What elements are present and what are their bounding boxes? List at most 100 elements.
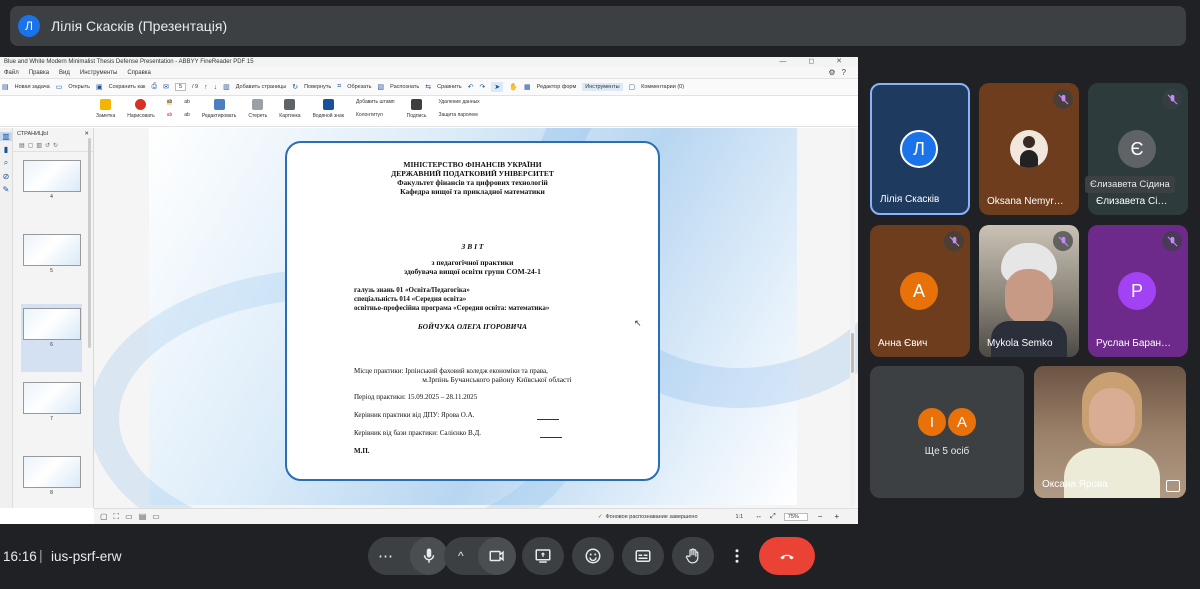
form-editor-button[interactable]: Редактор форм	[537, 84, 577, 90]
captions-button[interactable]	[622, 537, 664, 575]
security-tools[interactable]: Удаление данных Защита паролем	[438, 99, 479, 118]
mic-options-icon[interactable]: ⋯	[378, 547, 393, 565]
present-screen-button[interactable]	[522, 537, 564, 575]
underline-icon[interactable]: ab	[184, 99, 190, 105]
participant-tile-anna[interactable]: А Анна Євич	[870, 225, 970, 357]
crop-button[interactable]: Обрезать	[347, 84, 371, 90]
picture-tool[interactable]: Картинка	[279, 99, 301, 119]
participant-tile-oksana-n[interactable]: Oksana Nemyr…	[979, 83, 1079, 215]
university-title: ДЕРЖАВНИЙ ПОДАТКОВИЙ УНІВЕРСИТЕТ	[391, 169, 554, 178]
mic-button[interactable]	[410, 537, 448, 575]
presentation-header[interactable]: Л Лілія Скасків (Презентація)	[10, 6, 1186, 46]
page-number-input[interactable]: 5	[174, 83, 186, 91]
page-thumb-8[interactable]: 8	[21, 452, 82, 520]
header-footer-button[interactable]: Колонтитул	[356, 112, 395, 118]
presenter-avatar: Л	[18, 15, 40, 37]
attachments-icon[interactable]: ⊘	[0, 172, 12, 181]
zoom-out-icon[interactable]: −	[818, 512, 823, 521]
raise-hand-button[interactable]	[672, 537, 714, 575]
fit-page-icon[interactable]: ⤢	[770, 513, 776, 521]
supervisor-dpu: Керівник практики від ДПУ: Ярова О.А.	[354, 411, 475, 419]
insert-text-icon[interactable]: ab	[184, 112, 190, 118]
rotate-button[interactable]: Повернуть	[304, 84, 331, 90]
redo-icon[interactable]: ↷	[480, 83, 486, 91]
page-up-icon[interactable]: ↑	[204, 84, 208, 91]
menu-help[interactable]: Справка	[127, 70, 151, 76]
stamp-header-tools[interactable]: Добавить штамп Колонтитул	[356, 99, 395, 118]
page-thumb-4[interactable]: 4	[21, 156, 82, 224]
draw-tool[interactable]: Нарисовать	[127, 99, 155, 119]
highlight-icon[interactable]: ab	[166, 99, 173, 105]
signatures-icon[interactable]: ✎	[0, 185, 12, 194]
meeting-clock: 16:16	[3, 549, 37, 564]
settings-help-icons[interactable]: ⚙?	[828, 68, 852, 77]
text-markup-tools[interactable]: ab ab	[166, 99, 173, 118]
participant-avatar: А	[900, 272, 938, 310]
edit-tool[interactable]: Редактировать	[201, 99, 237, 119]
document-scrollbar[interactable]	[850, 128, 855, 506]
sign-tool[interactable]: Подпись	[407, 99, 426, 119]
menu-file[interactable]: Файл	[4, 70, 19, 76]
video-person-face	[1089, 388, 1135, 444]
meeting-code[interactable]: ius-psrf-erw	[51, 549, 122, 564]
print-icon[interactable]: ⎙	[151, 83, 157, 91]
password-button[interactable]: Защита паролем	[438, 112, 479, 118]
menu-view[interactable]: Вид	[59, 70, 70, 76]
add-stamp-button[interactable]: Добавить штамп	[356, 99, 395, 105]
participant-tile-yelyzaveta[interactable]: Є Єлизавета Сі…	[1088, 83, 1188, 215]
pointer-icon[interactable]: ➤	[491, 82, 504, 92]
comments-button[interactable]: Комментарии (0)	[641, 84, 684, 90]
pages-panel-close[interactable]: ✕	[84, 131, 89, 137]
tools-button[interactable]: Инструменты	[582, 83, 623, 91]
pages-scrollbar[interactable]	[88, 138, 91, 348]
edit-label: Редактировать	[201, 113, 237, 119]
zoom-ratio[interactable]: 1:1	[736, 514, 744, 520]
erase-tool[interactable]: Стереть	[248, 99, 267, 119]
page-thumb-5[interactable]: 5	[21, 230, 82, 298]
emoji-button[interactable]	[572, 537, 614, 575]
pages-panel-icon[interactable]: ▥	[0, 132, 12, 141]
pages-panel-tools[interactable]: ▤▢▥↺↻	[13, 140, 93, 152]
strike-icon[interactable]: ab	[167, 112, 173, 118]
search-icon[interactable]: ⌕	[0, 158, 12, 168]
mic-control-group: ⋯	[368, 537, 448, 575]
participant-tile-mykola[interactable]: Mykola Semko	[979, 225, 1079, 357]
zoom-select[interactable]: 75%	[783, 512, 808, 521]
delete-data-button[interactable]: Удаление данных	[438, 99, 479, 105]
menu-edit[interactable]: Правка	[29, 70, 49, 76]
text-markup-tools-2[interactable]: ab ab	[184, 99, 190, 118]
compare-button[interactable]: Сравнить	[437, 84, 462, 90]
more-options-button[interactable]	[722, 537, 752, 575]
view-mode-icons[interactable]: ▢⛶▭▤▭	[100, 512, 166, 522]
page-thumb-7[interactable]: 7	[21, 378, 82, 446]
new-task-button[interactable]: Новая задача	[15, 84, 50, 90]
participant-tile-liliia[interactable]: Л Лілія Скаскiв	[870, 83, 970, 215]
hand-icon[interactable]: ✋	[509, 83, 518, 91]
picture-in-picture-icon[interactable]	[1166, 480, 1180, 492]
watermark-tool[interactable]: Водяной знак	[313, 99, 344, 119]
leave-call-button[interactable]	[759, 537, 815, 575]
more-participants-tile[interactable]: І А Ще 5 осіб	[870, 366, 1024, 498]
participant-tile-ruslan[interactable]: Р Руслан Баран…	[1088, 225, 1188, 357]
camera-options-icon[interactable]: ^	[458, 549, 464, 563]
zoom-in-icon[interactable]: +	[834, 512, 839, 521]
student-group: здобувача вищої освіти групи СОМ-24-1	[404, 267, 541, 276]
save-as-button[interactable]: Сохранить как	[109, 84, 146, 90]
fit-width-icon[interactable]: ↔	[755, 513, 762, 520]
window-controls[interactable]: — ◻ ✕	[779, 57, 852, 65]
recognize-button[interactable]: Распознать	[390, 84, 419, 90]
mail-icon[interactable]: ✉	[163, 83, 169, 91]
participant-tile-oksana-y[interactable]: Оксана Ярова	[1034, 366, 1186, 498]
menu-tools[interactable]: Инструменты	[80, 70, 117, 76]
participant-avatar: І	[916, 406, 948, 438]
note-tool[interactable]: Заметка	[96, 99, 115, 119]
open-button[interactable]: Открыть	[68, 84, 90, 90]
page-down-icon[interactable]: ↓	[214, 84, 218, 91]
undo-icon[interactable]: ↶	[468, 83, 474, 91]
page-thumb-6[interactable]: 6	[21, 304, 82, 372]
scroll-thumb[interactable]	[851, 333, 854, 373]
form-editor-icon: ▦	[523, 84, 531, 91]
add-pages-button[interactable]: Добавить страницы	[236, 84, 286, 90]
camera-button[interactable]	[478, 537, 516, 575]
bookmarks-icon[interactable]: ▮	[0, 145, 12, 154]
